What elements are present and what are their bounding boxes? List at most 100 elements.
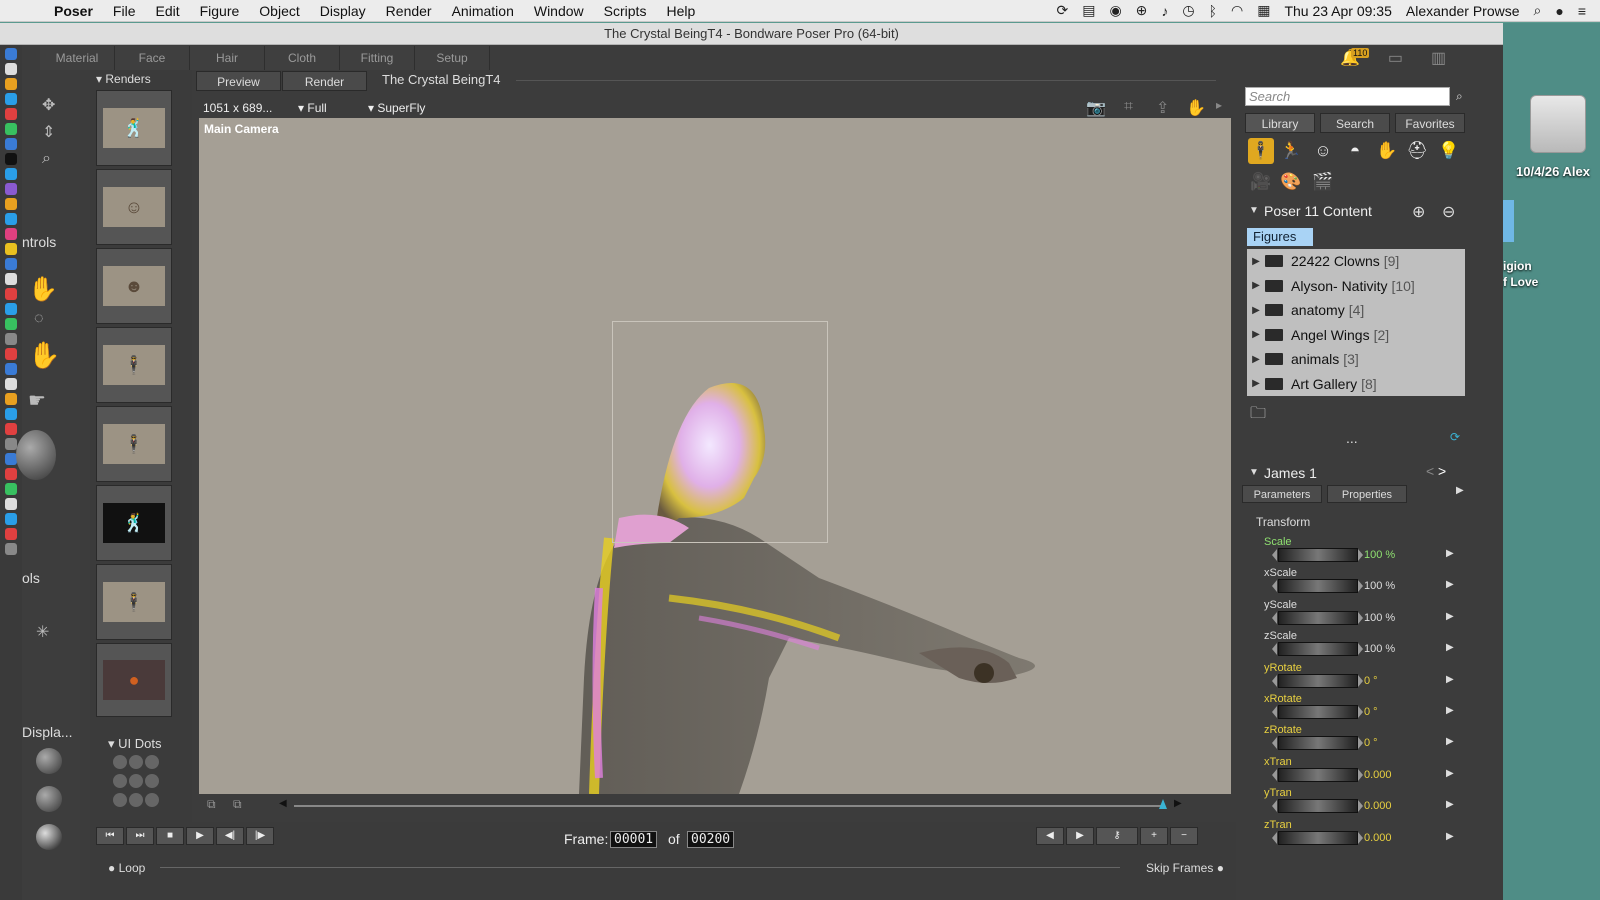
decrement-arrow-icon[interactable] (1272, 706, 1277, 718)
trash-icon[interactable] (5, 543, 17, 555)
parameter-dial-row[interactable]: zRotate 0 ° ▶ (1264, 724, 1464, 754)
go-to-end-button[interactable]: ⏭ (126, 827, 154, 845)
parameter-dial-row[interactable]: yRotate 0 ° ▶ (1264, 662, 1464, 692)
display-style-wireframe[interactable] (36, 748, 62, 774)
tab-parameters[interactable]: Parameters (1242, 485, 1322, 503)
tab-fitting[interactable]: Fitting (340, 46, 415, 70)
expand-arrow-icon[interactable]: ▶ (1446, 705, 1454, 716)
menu-app[interactable]: Poser (54, 3, 93, 19)
refresh-icon[interactable]: ⟳ (1450, 430, 1460, 444)
tab-preview[interactable]: Preview (196, 71, 281, 91)
render-thumbnail[interactable]: 🕺 (96, 485, 172, 561)
expand-arrow-icon[interactable]: ▶ (1247, 354, 1265, 365)
dock-app-icon[interactable] (5, 333, 17, 345)
dock-app-icon[interactable] (5, 408, 17, 420)
dock-app-icon[interactable] (5, 78, 17, 90)
parameter-dial-row[interactable]: zTran 0.000 ▶ (1264, 819, 1464, 849)
dock-app-icon[interactable] (5, 363, 17, 375)
expand-arrow-icon[interactable]: ▶ (1446, 768, 1454, 779)
previous-keyframe-button[interactable]: ◀ (1036, 827, 1064, 845)
size-mode-dropdown[interactable]: ▾ Full (298, 101, 327, 115)
display-style-texture[interactable] (36, 824, 62, 850)
increment-arrow-icon[interactable] (1358, 737, 1363, 750)
dock-app-icon[interactable] (5, 528, 17, 540)
chat-icon[interactable]: ▭ (1388, 48, 1403, 68)
increment-arrow-icon[interactable] (1358, 706, 1363, 718)
dock-app-icon[interactable] (5, 228, 17, 240)
parameter-dial[interactable] (1278, 736, 1358, 751)
dock-app-icon[interactable] (5, 138, 17, 150)
light-icon[interactable]: ✳ (36, 622, 49, 642)
next-actor-icon[interactable]: > (1438, 463, 1446, 479)
expressions-category-icon[interactable]: ☺ (1310, 138, 1336, 164)
increment-arrow-icon[interactable] (1358, 611, 1363, 624)
increment-arrow-icon[interactable] (1358, 768, 1363, 781)
loop-toggle[interactable]: ● Loop (108, 861, 145, 875)
scrollbar-track[interactable] (294, 805, 1164, 807)
expand-arrow-icon[interactable]: ▶ (1446, 548, 1454, 559)
decrement-arrow-icon[interactable] (1272, 768, 1277, 781)
parameter-dial[interactable] (1278, 799, 1358, 814)
spotlight-search-icon[interactable]: ⌕ (1534, 2, 1542, 19)
dock-app-icon[interactable] (5, 153, 17, 165)
tab-hair[interactable]: Hair (190, 46, 265, 70)
dock-app-icon[interactable] (5, 393, 17, 405)
dock-app-icon[interactable] (5, 258, 17, 270)
transform-group-label[interactable]: Transform (1256, 515, 1310, 529)
dock-app-icon[interactable] (5, 198, 17, 210)
expand-arrow-icon[interactable]: ▶ (1247, 329, 1265, 340)
expand-arrow-icon[interactable]: ▶ (1247, 280, 1265, 291)
remove-runtime-icon[interactable]: ⊖ (1442, 202, 1455, 222)
add-runtime-icon[interactable]: ⊕ (1412, 202, 1425, 222)
parameter-value[interactable]: 0 ° (1364, 737, 1378, 749)
increment-arrow-icon[interactable] (1358, 800, 1363, 813)
tab-search[interactable]: Search (1320, 113, 1390, 133)
wifi-icon[interactable]: ◠ (1231, 2, 1243, 19)
decrement-arrow-icon[interactable] (1272, 580, 1277, 593)
menu-edit[interactable]: Edit (155, 3, 179, 19)
dock-app-icon[interactable] (5, 213, 17, 225)
user-name[interactable]: Alexander Prowse (1406, 3, 1520, 19)
bluetooth-icon[interactable]: ᛒ (1209, 3, 1217, 19)
ui-dot[interactable] (145, 774, 159, 788)
layout-icon[interactable]: ⧉ (207, 797, 216, 812)
tab-favorites[interactable]: Favorites (1395, 113, 1465, 133)
next-frame-button[interactable]: |▶ (246, 827, 274, 845)
parameter-dial-row[interactable]: yScale 100 % ▶ (1264, 599, 1464, 629)
cameras-category-icon[interactable]: 🎥 (1248, 169, 1274, 195)
rotate-icon[interactable]: ◌ (34, 310, 44, 328)
drive-label[interactable]: 10/4/26 Alex (1516, 164, 1590, 179)
dock-app-icon[interactable] (5, 123, 17, 135)
dock-app-icon[interactable] (5, 378, 17, 390)
expand-arrow-icon[interactable]: ▶ (1446, 674, 1454, 685)
scale-icon[interactable]: ⇕ (42, 122, 55, 142)
parameter-dial[interactable] (1278, 705, 1358, 719)
render-thumbnail[interactable]: ☻ (96, 248, 172, 324)
menu-display[interactable]: Display (320, 3, 366, 19)
parameter-value[interactable]: 0.000 (1364, 800, 1392, 812)
parameter-value[interactable]: 0.000 (1364, 832, 1392, 844)
tab-material[interactable]: Material (40, 46, 115, 70)
calendar-icon[interactable]: ▦ (1257, 2, 1270, 19)
render-thumbnail[interactable]: 🕴 (96, 564, 172, 640)
increment-arrow-icon[interactable] (1358, 643, 1363, 656)
dock-app-icon[interactable] (5, 63, 17, 75)
dock-app-icon[interactable] (5, 498, 17, 510)
siri-icon[interactable]: ● (1555, 3, 1563, 19)
folder-row[interactable]: ▶ Alyson- Nativity [10] (1247, 274, 1465, 299)
total-frames-field[interactable]: 00200 (687, 831, 735, 848)
library-search-input[interactable]: Search (1245, 87, 1450, 106)
increment-arrow-icon[interactable] (1358, 831, 1363, 844)
decrement-arrow-icon[interactable] (1272, 549, 1277, 561)
parameter-value[interactable]: 0.000 (1364, 769, 1392, 781)
dock-app-icon[interactable] (5, 423, 17, 435)
dock-app-icon[interactable] (5, 288, 17, 300)
tab-library[interactable]: Library (1245, 113, 1315, 133)
scenes-category-icon[interactable]: 🎬 (1310, 169, 1336, 195)
ui-dot[interactable] (129, 793, 143, 807)
keyframes-button[interactable]: ⚷ (1096, 827, 1138, 845)
parameter-value[interactable]: 100 % (1364, 580, 1395, 592)
expand-arrow-icon[interactable]: ▶ (1446, 579, 1454, 590)
timeline-scrubber[interactable] (160, 867, 1120, 868)
figures-category-icon[interactable]: 🕴 (1248, 138, 1274, 164)
